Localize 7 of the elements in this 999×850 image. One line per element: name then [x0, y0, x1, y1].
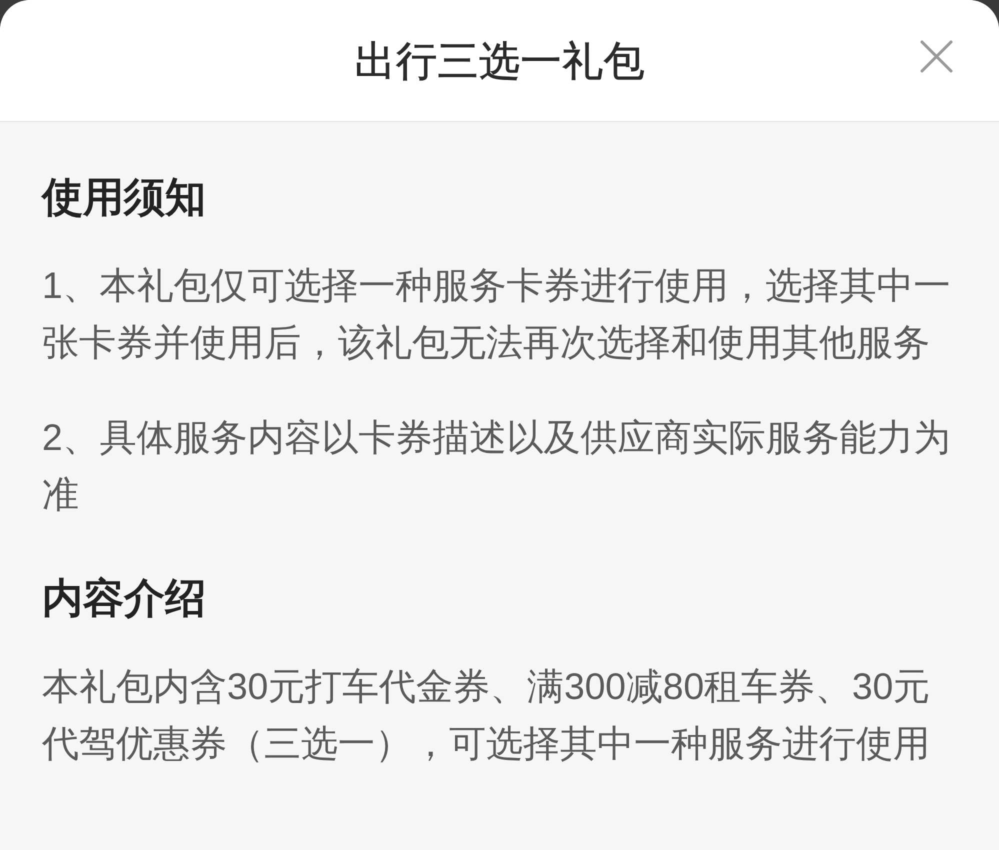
paragraph: 1、本礼包仅可选择一种服务卡券进行使用，选择其中一张卡券并使用后，该礼包无法再次选择和使用其他服务: [42, 264, 952, 365]
close-icon[interactable]: [920, 40, 953, 73]
section-heading: 内容介绍: [42, 574, 207, 623]
sheet-title: 出行三选一礼包: [354, 36, 645, 86]
paragraph: 2、具体服务内容以卡券描述以及供应商实际服务能力为准: [42, 416, 952, 517]
paragraph: 本礼包内含30元打车代金券、满300减80租车券、30元代驾优惠券（三选一），可选择其中一种服务进行使用: [42, 665, 932, 766]
section-heading: 使用须知: [42, 173, 207, 222]
